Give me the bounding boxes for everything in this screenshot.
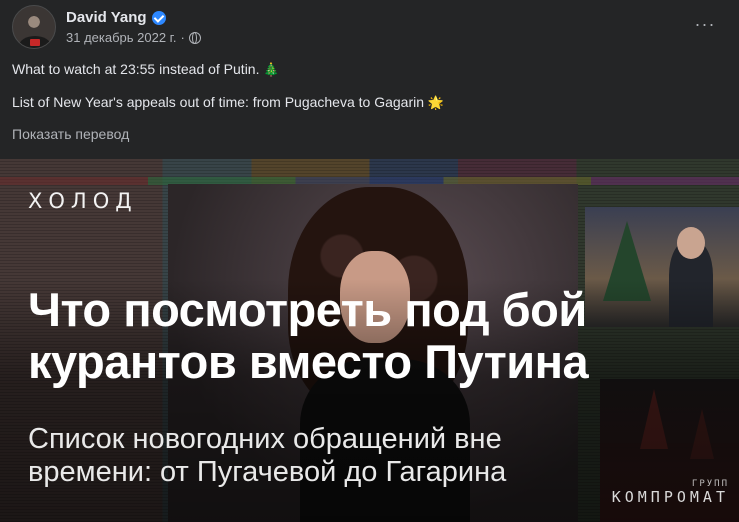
globe-icon[interactable] [188, 31, 201, 44]
see-translation-link[interactable]: Показать перевод [12, 126, 129, 142]
post-header: David Yang 31 декабрь 2022 г. · [12, 5, 201, 49]
verified-badge-icon [151, 10, 166, 25]
avatar-badge [30, 39, 40, 46]
more-options-icon[interactable]: ··· [693, 12, 717, 36]
post-text-line-1: What to watch at 23:55 instead of Putin.… [12, 60, 727, 80]
watermark: ГРУПП КОМПРОМАТ [612, 479, 729, 506]
post-meta: David Yang 31 декабрь 2022 г. · [66, 9, 201, 45]
christmas-tree-emoji: 🎄 [263, 63, 280, 78]
post-text-line-2: List of New Year's appeals out of time: … [12, 93, 727, 113]
post-date[interactable]: 31 декабрь 2022 г. [66, 30, 176, 45]
watermark-small: ГРУПП [691, 479, 729, 489]
inset-man-head [677, 227, 705, 259]
post-text: What to watch at 23:55 instead of Putin.… [12, 60, 727, 126]
author-row: David Yang [66, 9, 201, 26]
post-text-line-2-text: List of New Year's appeals out of time: … [12, 94, 425, 110]
headline-line-2: курантов вместо Путина [28, 335, 589, 388]
post-date-row: 31 декабрь 2022 г. · [66, 30, 201, 45]
watermark-big: КОМПРОМАТ [611, 488, 729, 506]
media-brand: ХОЛОД [28, 189, 138, 213]
subline-line-1: Список новогодних обращений вне [28, 423, 502, 455]
headline-line-1: Что посмотреть под бой [28, 283, 587, 336]
subline-line-2: времени: от Пугачевой до Гагарина [28, 456, 507, 488]
media-headline: Что посмотреть под бой курантов вместо П… [28, 284, 728, 388]
star-emoji: 🌟 [427, 96, 445, 111]
author-avatar[interactable] [12, 5, 56, 49]
post-link-image[interactable]: ХОЛОД Что посмотреть под бой курантов вм… [0, 159, 739, 522]
facebook-post: David Yang 31 декабрь 2022 г. · ··· What… [0, 0, 739, 522]
author-name[interactable]: David Yang [66, 9, 147, 26]
media-subline: Список новогодних обращений вне времени:… [28, 423, 648, 489]
post-text-line-1-text: What to watch at 23:55 instead of Putin. [12, 61, 260, 77]
date-separator: · [180, 30, 185, 45]
